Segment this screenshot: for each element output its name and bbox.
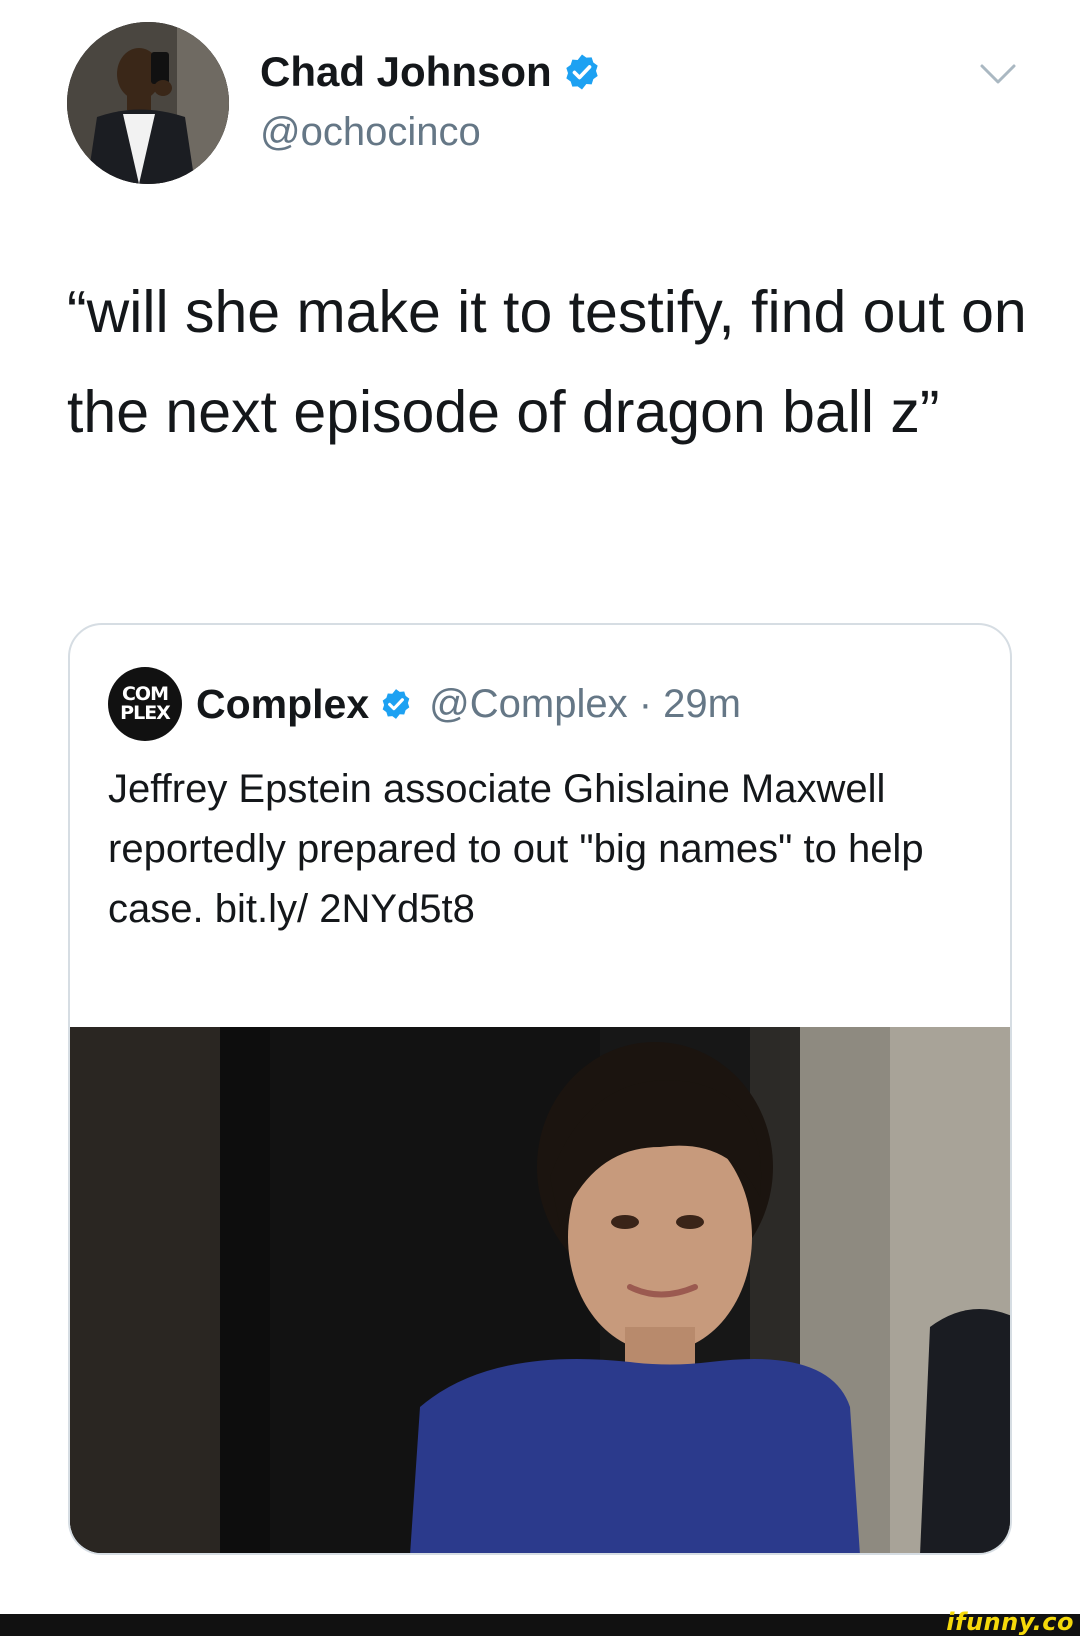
verified-badge-icon: [562, 52, 602, 92]
quoted-tweet-card[interactable]: COM PLEX Complex @Complex · 29m Jeffrey …: [68, 623, 1012, 1555]
chevron-down-icon[interactable]: [978, 60, 1018, 90]
author-avatar[interactable]: [67, 22, 229, 184]
tweet-text: “will she make it to testify, find out o…: [67, 279, 1027, 445]
complex-logo-avatar[interactable]: COM PLEX: [108, 667, 182, 741]
quoted-tweet-text: Jeffrey Epstein associate Ghislaine Maxw…: [108, 767, 924, 931]
news-photo: [70, 1027, 1010, 1553]
footer-bar: ifunny.co: [0, 1608, 1080, 1636]
author-handle[interactable]: @ochocinco: [260, 110, 481, 155]
quoted-tweet-header: COM PLEX Complex @Complex · 29m: [108, 667, 741, 741]
verified-badge-icon: [379, 687, 413, 721]
logo-line-2: PLEX: [120, 702, 171, 724]
quoted-tweet-image[interactable]: [70, 1027, 1010, 1553]
quoted-author-handle-time[interactable]: @Complex · 29m: [429, 682, 741, 727]
author-name[interactable]: Chad Johnson: [260, 48, 552, 96]
avatar-photo: [67, 22, 229, 184]
quoted-author-name[interactable]: Complex: [196, 681, 369, 728]
ifunny-watermark: ifunny.co: [946, 1608, 1074, 1636]
tweet: Chad Johnson @ochocinco “will she make i…: [0, 0, 1080, 1614]
author-name-row[interactable]: Chad Johnson: [260, 48, 602, 96]
